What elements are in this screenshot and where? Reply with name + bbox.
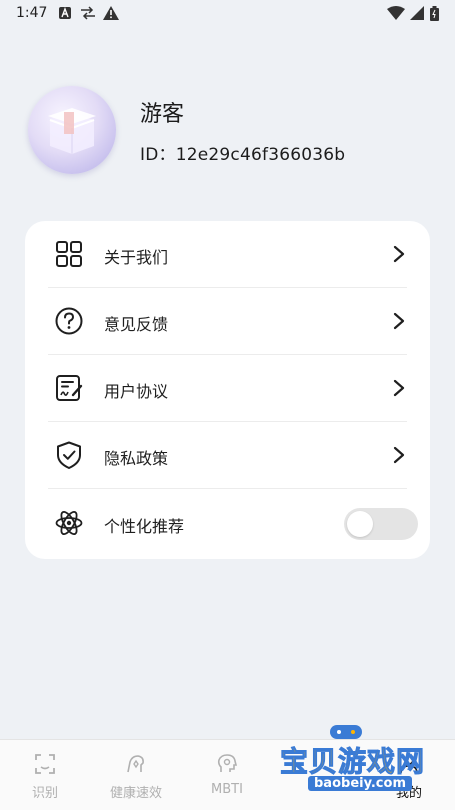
status-time: 1:47: [16, 5, 48, 21]
toggle-knob: [347, 511, 373, 537]
notification-arrows-icon: [81, 6, 95, 20]
menu-item-user-agreement[interactable]: 用户协议: [25, 355, 430, 422]
menu-label: 用户协议: [104, 382, 169, 401]
warning-icon: [103, 6, 119, 20]
personalized-recommendation-toggle[interactable]: [344, 508, 418, 540]
watermark-text: 宝贝游戏网: [279, 745, 426, 779]
menu-item-feedback[interactable]: 意见反馈: [25, 288, 430, 355]
health-icon: [127, 755, 144, 773]
battery-icon: [430, 6, 439, 21]
username: 游客: [140, 102, 185, 127]
wifi-icon: [387, 6, 405, 20]
chevron-right-icon: [393, 446, 405, 464]
menu-item-personalized-recommendation: 个性化推荐: [25, 490, 430, 557]
atom-icon: [55, 510, 83, 536]
menu-item-privacy-policy[interactable]: 隐私政策: [25, 422, 430, 489]
user-id: ID：12e29c46f366036b: [140, 145, 346, 165]
nav-item-health[interactable]: 健康速效: [96, 752, 176, 801]
menu-label: 隐私政策: [104, 449, 169, 468]
chevron-right-icon: [393, 312, 405, 330]
menu-label: 意见反馈: [104, 315, 169, 334]
menu-label: 关于我们: [104, 248, 169, 267]
shield-check-icon: [57, 441, 81, 469]
gamepad-icon: [330, 725, 362, 739]
chevron-right-icon: [393, 379, 405, 397]
notification-a-icon: [59, 7, 71, 19]
scan-icon: [35, 754, 55, 774]
nav-label: MBTI: [211, 782, 243, 797]
head-icon: [217, 754, 238, 772]
question-circle-icon: [55, 307, 83, 335]
chevron-right-icon: [393, 245, 405, 263]
menu-item-about-us[interactable]: 关于我们: [25, 221, 430, 288]
status-bar: 1:47: [0, 0, 455, 28]
nav-item-recognize[interactable]: 识别: [5, 752, 85, 801]
divider: [48, 488, 407, 489]
avatar[interactable]: [28, 86, 116, 174]
nav-label: 识别: [31, 786, 58, 801]
settings-menu-card: 关于我们 意见反馈 用户协议 隐私政策 个性化推荐: [25, 221, 430, 559]
watermark-domain: baobeiy.com: [308, 776, 412, 791]
signal-icon: [410, 6, 424, 20]
nav-label: 健康速效: [109, 786, 162, 801]
document-sign-icon: [56, 375, 83, 401]
box-icon: [48, 108, 96, 154]
menu-label: 个性化推荐: [104, 517, 185, 536]
watermark: 宝贝游戏网 baobeiy.com: [278, 725, 428, 804]
grid-icon: [56, 241, 82, 267]
nav-item-mbti[interactable]: MBTI: [187, 752, 267, 797]
